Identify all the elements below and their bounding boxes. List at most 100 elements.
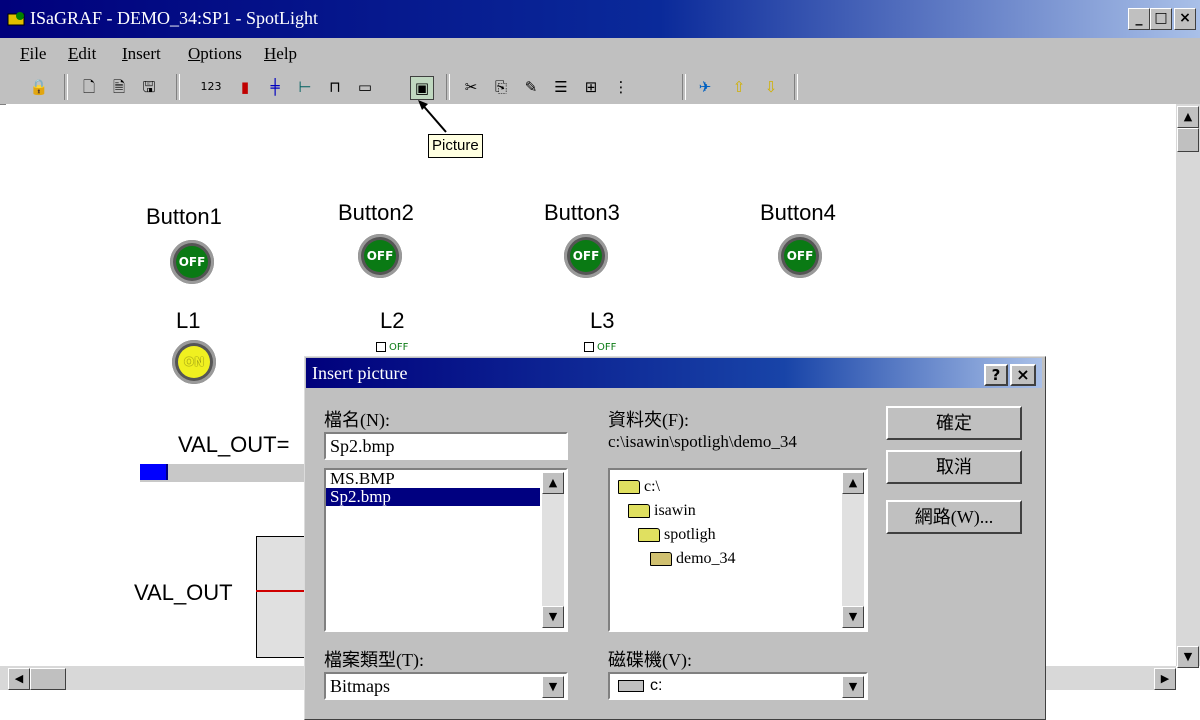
filetype-label: 檔案類型(T): [324, 650, 424, 670]
button1-switch[interactable]: OFF [170, 240, 214, 284]
list-scroll-down-button[interactable]: ▼ [542, 606, 564, 628]
folder-item[interactable]: spotligh [638, 526, 716, 544]
trend-box [256, 536, 308, 658]
button2-switch[interactable]: OFF [358, 234, 402, 278]
menu-options[interactable]: Options [188, 44, 242, 64]
tree-scroll-track[interactable] [842, 494, 864, 606]
chevron-down-icon[interactable]: ▼ [542, 676, 564, 698]
trend-line [256, 590, 306, 592]
lamp2-indicator: OFF [376, 342, 408, 353]
val-out-bar-fill [140, 464, 168, 480]
number-icon[interactable]: 123 [196, 76, 226, 98]
help-button[interactable]: ? [984, 364, 1008, 386]
tools-icon[interactable]: ✈ [694, 76, 716, 98]
file-item[interactable]: MS.BMP [326, 470, 540, 488]
bar-icon[interactable]: ▮ [234, 76, 256, 98]
window-title: ISaGRAF - DEMO_34:SP1 - SpotLight [30, 8, 319, 28]
button4-switch[interactable]: OFF [778, 234, 822, 278]
menu-bar [0, 38, 1200, 70]
cut-icon[interactable]: ✂ [460, 76, 482, 98]
file-item-selected[interactable]: Sp2.bmp [326, 488, 540, 506]
button3-switch[interactable]: OFF [564, 234, 608, 278]
vertical-scrollbar[interactable] [1176, 104, 1200, 666]
minimize-button[interactable]: _ [1128, 8, 1150, 30]
hscroll-thumb[interactable] [30, 668, 66, 690]
toolbar-separator [682, 74, 686, 100]
picture-icon[interactable]: ▣ [410, 76, 434, 100]
tree-scroll-down-button[interactable]: ▼ [842, 606, 864, 628]
network-button[interactable]: 網路(W)... [886, 500, 1022, 534]
ok-button[interactable]: 確定 [886, 406, 1022, 440]
folder-item[interactable]: c:\ [618, 478, 660, 496]
dialog-title: Insert picture [312, 363, 408, 383]
toolbar-separator [64, 74, 68, 100]
lamp2-label: L2 [380, 308, 405, 333]
lamp3-indicator: OFF [584, 342, 616, 353]
tree-scroll-up-button[interactable]: ▲ [842, 472, 864, 494]
new-icon[interactable]: 🗋 [78, 76, 100, 98]
open-icon[interactable]: 🗎 [108, 76, 130, 98]
drive-label: 磁碟機(V): [608, 650, 692, 670]
tooltip: Picture [428, 134, 483, 158]
save-icon[interactable]: 🖫 [138, 76, 160, 98]
scroll-up-button[interactable]: ▲ [1177, 106, 1199, 128]
up-arrow-icon[interactable]: ⇧ [728, 76, 750, 98]
drive-select[interactable]: c: ▼ [608, 672, 868, 700]
file-list[interactable]: MS.BMP Sp2.bmp ▲ ▼ [324, 468, 568, 632]
lamp1-indicator: ON [172, 340, 216, 384]
folder-item[interactable]: isawin [628, 502, 696, 520]
list-scroll-track[interactable] [542, 494, 564, 606]
button1-label: Button1 [146, 204, 222, 229]
lock-icon[interactable]: 🔒 [28, 76, 50, 98]
edit-box-icon[interactable]: ▭ [354, 76, 376, 98]
app-icon [6, 10, 26, 26]
filename-label: 檔名(N): [324, 410, 390, 430]
align-icon[interactable]: ⋮ [610, 76, 632, 98]
lamp1-label: L1 [176, 308, 201, 333]
properties-icon[interactable]: ☰ [550, 76, 572, 98]
dialog-close-button[interactable]: × [1010, 364, 1036, 386]
scroll-thumb[interactable] [1177, 128, 1199, 152]
scroll-left-button[interactable]: ◀ [8, 668, 30, 690]
filetype-select[interactable]: Bitmaps ▼ [324, 672, 568, 700]
copy-icon[interactable]: ⎘ [490, 76, 512, 98]
chevron-down-icon[interactable]: ▼ [842, 676, 864, 698]
val-out-trend-label: VAL_OUT [134, 580, 233, 605]
button2-label: Button2 [338, 200, 414, 225]
menu-edit[interactable]: Edit [68, 44, 96, 64]
close-button[interactable]: × [1174, 8, 1196, 30]
folder-path: c:\isawin\spotligh\demo_34 [608, 432, 797, 451]
slider-icon[interactable]: ╪ [264, 76, 286, 98]
switch-icon[interactable]: ⊢ [294, 76, 316, 98]
lamp3-label: L3 [590, 308, 615, 333]
button4-label: Button4 [760, 200, 836, 225]
folder-item-current[interactable]: demo_34 [650, 550, 736, 568]
open-folder-icon [638, 528, 660, 543]
down-arrow-icon[interactable]: ⇩ [760, 76, 782, 98]
scroll-right-button[interactable]: ▶ [1154, 668, 1176, 690]
paste-icon[interactable]: ✎ [520, 76, 542, 98]
drive-icon [618, 679, 644, 692]
button3-label: Button3 [544, 200, 620, 225]
pulse-icon[interactable]: ⊓ [324, 76, 346, 98]
folder-tree[interactable]: c:\ isawin spotligh demo_34 ▲ ▼ [608, 468, 868, 632]
filename-field[interactable]: Sp2.bmp [324, 432, 568, 460]
list-scroll-up-button[interactable]: ▲ [542, 472, 564, 494]
folder-icon [650, 552, 672, 567]
menu-insert[interactable]: Insert [122, 44, 161, 64]
open-folder-icon [628, 504, 650, 519]
cancel-button[interactable]: 取消 [886, 450, 1022, 484]
menu-help[interactable]: Help [264, 44, 297, 64]
dialog-title-bar[interactable] [306, 358, 1042, 388]
maximize-button[interactable]: □ [1150, 8, 1172, 30]
grid-icon[interactable]: ⊞ [580, 76, 602, 98]
toolbar-separator [446, 74, 450, 100]
toolbar-separator [794, 74, 798, 100]
open-folder-icon [618, 480, 640, 495]
scroll-down-button[interactable]: ▼ [1177, 646, 1199, 668]
folder-label: 資料夾(F): [608, 410, 689, 430]
menu-file[interactable]: File [20, 44, 46, 64]
val-out-bar [140, 464, 306, 482]
val-out-label: VAL_OUT= [178, 432, 290, 457]
toolbar-separator [176, 74, 180, 100]
